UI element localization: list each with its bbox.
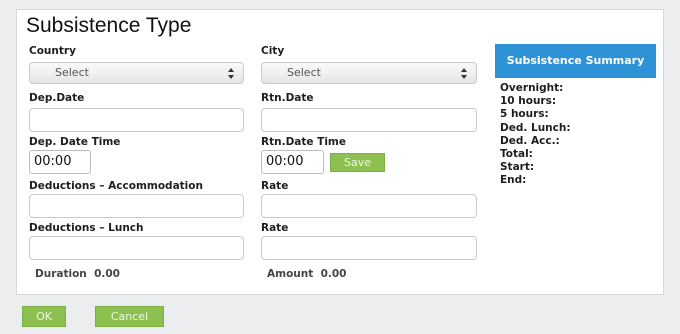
city-label: City	[261, 45, 285, 57]
select-arrows-icon	[228, 68, 234, 79]
dep-date-label: Dep.Date	[29, 92, 85, 104]
country-label: Country	[29, 45, 76, 57]
amount-label: Amount	[267, 268, 314, 280]
dialog-title: Subsistence Type	[26, 14, 192, 37]
country-select-value: Select	[55, 66, 89, 79]
country-select[interactable]: Select	[29, 62, 244, 84]
rtn-time-label: Rtn.Date Time	[261, 136, 346, 148]
select-arrows-icon	[461, 68, 467, 79]
rate-label-1: Rate	[261, 180, 289, 192]
city-select[interactable]: Select	[261, 62, 477, 84]
ded-lunch-label: Deductions – Lunch	[29, 222, 144, 234]
summary-item-5-hours: 5 hours:	[500, 108, 549, 121]
ded-accommodation-input[interactable]	[29, 194, 244, 218]
ok-button[interactable]: OK	[22, 306, 66, 327]
summary-item-ded-acc: Ded. Acc.:	[500, 134, 560, 147]
dep-time-label: Dep. Date Time	[29, 136, 121, 148]
summary-list: Overnight: 10 hours: 5 hours: Ded. Lunch…	[500, 82, 571, 188]
amount-readout: Amount 0.00	[267, 268, 347, 280]
summary-item-10-hours: 10 hours:	[500, 95, 557, 108]
rate-input-2[interactable]	[261, 236, 477, 260]
ded-lunch-input[interactable]	[29, 236, 244, 260]
rtn-date-input[interactable]	[261, 108, 477, 132]
summary-item-total: Total:	[500, 148, 533, 161]
save-button[interactable]: Save	[330, 153, 385, 172]
subsistence-dialog: Subsistence Type Country Select City Sel…	[16, 9, 664, 295]
rate-label-2: Rate	[261, 222, 289, 234]
dep-time-input[interactable]: 00:00	[29, 150, 91, 174]
city-select-value: Select	[287, 66, 321, 79]
rate-input-1[interactable]	[261, 194, 477, 218]
duration-value: 0.00	[94, 268, 120, 280]
rtn-time-input[interactable]: 00:00	[261, 150, 324, 174]
rtn-date-label: Rtn.Date	[261, 92, 314, 104]
summary-item-start: Start:	[500, 161, 535, 174]
dep-date-input[interactable]	[29, 108, 244, 132]
summary-item-end: End:	[500, 174, 527, 187]
ded-accommodation-label: Deductions – Accommodation	[29, 180, 203, 192]
summary-title: Subsistence Summary	[495, 44, 656, 78]
duration-readout: Duration 0.00	[35, 268, 120, 280]
amount-value: 0.00	[320, 268, 347, 280]
duration-label: Duration	[35, 268, 87, 280]
cancel-button[interactable]: Cancel	[95, 306, 164, 327]
summary-item-ded-lunch: Ded. Lunch:	[500, 121, 571, 134]
summary-item-overnight: Overnight:	[500, 82, 564, 94]
